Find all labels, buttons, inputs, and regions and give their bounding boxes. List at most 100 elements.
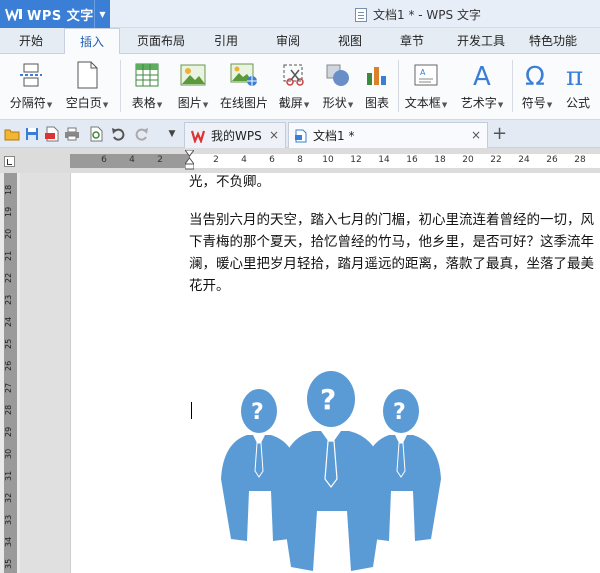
screenshot-button[interactable]: 截屏▼ <box>274 58 314 116</box>
shapes-icon <box>323 60 353 90</box>
customize-toolbar-chevron-down-icon[interactable]: ▼ <box>164 126 180 142</box>
ruler-tick: 4 <box>129 155 135 165</box>
ruler-tick: 10 <box>322 155 334 165</box>
tab-review[interactable]: 审阅 <box>268 28 308 54</box>
window-title: 文档1 * - WPS 文字 <box>355 6 481 23</box>
screenshot-label: 截屏 <box>278 96 303 110</box>
ruler-tick: 31 <box>4 470 13 482</box>
horizontal-ruler-row: 6 4 2 2 4 6 8 10 12 14 16 18 20 22 24 26… <box>0 148 600 173</box>
app-menu-chevron-down-icon[interactable]: ▼ <box>94 0 110 28</box>
new-tab-plus-icon[interactable]: + <box>492 123 507 144</box>
redo-icon[interactable] <box>134 126 150 142</box>
ribbon-divider <box>398 60 399 112</box>
formula-icon: π <box>563 60 593 90</box>
textbox-icon: A <box>411 60 441 90</box>
tab-references[interactable]: 引用 <box>206 28 246 54</box>
ruler-tick: 6 <box>269 155 275 165</box>
formula-label: 公式 <box>565 96 590 110</box>
ruler-tick: 20 <box>462 155 474 165</box>
ruler-tick: 18 <box>434 155 446 165</box>
ruler-tick: 4 <box>241 155 247 165</box>
symbol-label: 符号 <box>521 96 546 110</box>
doc-tab-label: 文档1 * <box>313 129 355 143</box>
textbox-button[interactable]: A 文本框▼ <box>400 58 452 116</box>
tab-insert[interactable]: 插入 <box>64 28 120 55</box>
tab-sections[interactable]: 章节 <box>392 28 432 54</box>
ribbon-insert: 分隔符▼ 空白页▼ 表格▼ 图片▼ 在线图片 截屏▼ 形状▼ 图表 A 文本框▼… <box>0 54 600 120</box>
document-line[interactable]: 花开。 <box>189 275 230 297</box>
tab-view[interactable]: 视图 <box>330 28 370 54</box>
tab-developer-tools[interactable]: 开发工具 <box>450 28 512 54</box>
ruler-tick: 22 <box>4 272 13 284</box>
chevron-down-icon: ▼ <box>303 101 310 109</box>
indent-marker[interactable] <box>184 149 195 170</box>
ruler-tick: 26 <box>546 155 558 165</box>
svg-text:?: ? <box>393 400 406 425</box>
inserted-people-question-icon[interactable]: ? ? ? <box>217 371 445 573</box>
doc-tab-document1[interactable]: 文档1 * × <box>288 122 488 148</box>
svg-text:Ω: Ω <box>525 62 545 89</box>
ruler-tick: 26 <box>4 360 13 372</box>
shapes-label: 形状 <box>322 96 347 110</box>
tab-home[interactable]: 开始 <box>8 28 54 54</box>
tab-special-features[interactable]: 特色功能 <box>522 28 584 54</box>
svg-text:A: A <box>420 68 426 77</box>
document-line[interactable]: 澜，暖心里把岁月轻拾，踏月遥远的距离，落款了最真，坐落了最美 <box>189 253 594 275</box>
text-cursor <box>191 402 192 419</box>
open-folder-icon[interactable] <box>4 126 20 142</box>
ruler-tick: 14 <box>378 155 390 165</box>
doc-tab-my-wps[interactable]: 我的WPS × <box>184 122 286 148</box>
ruler-tick: 32 <box>4 492 13 504</box>
formula-button[interactable]: π 公式 <box>560 58 596 116</box>
save-icon[interactable] <box>24 126 40 142</box>
document-page[interactable]: 光，不负卿。 当告别六月的天空，踏入七月的门楣，初心里流连着曾经的一切，风 下青… <box>70 173 600 573</box>
wps-logo-icon <box>190 129 207 144</box>
chart-button[interactable]: 图表 <box>360 58 394 116</box>
ruler-tick: 22 <box>490 155 502 165</box>
chevron-down-icon: ▼ <box>102 101 109 109</box>
horizontal-ruler[interactable]: 6 4 2 2 4 6 8 10 12 14 16 18 20 22 24 26… <box>70 154 600 168</box>
picture-icon <box>178 60 208 90</box>
export-pdf-icon[interactable] <box>44 126 60 142</box>
symbol-icon: Ω <box>522 60 552 90</box>
online-picture-button[interactable]: 在线图片 <box>216 58 272 116</box>
undo-icon[interactable] <box>110 126 126 142</box>
document-line[interactable]: 光，不负卿。 <box>189 173 270 193</box>
ruler-tick: 18 <box>4 184 13 196</box>
ruler-tick: 16 <box>406 155 418 165</box>
chevron-down-icon: ▼ <box>347 101 354 109</box>
chevron-down-icon: ▼ <box>156 101 163 109</box>
table-button[interactable]: 表格▼ <box>126 58 168 116</box>
document-line[interactable]: 下青梅的那个夏天，拾忆曾经的竹马，他乡里，是否可好？这季流年 <box>189 231 594 253</box>
close-icon[interactable]: × <box>269 128 279 142</box>
shapes-button[interactable]: 形状▼ <box>318 58 358 116</box>
print-preview-icon[interactable] <box>88 126 104 142</box>
app-menu-button[interactable]: WPS 文字 ▼ <box>0 0 110 28</box>
picture-label: 图片 <box>177 96 202 110</box>
tab-page-layout[interactable]: 页面布局 <box>130 28 192 54</box>
ruler-tick: 2 <box>157 155 163 165</box>
online-picture-icon <box>229 60 259 90</box>
symbol-button[interactable]: Ω 符号▼ <box>516 58 558 116</box>
title-bar: WPS 文字 ▼ 文档1 * - WPS 文字 <box>0 0 600 28</box>
chevron-down-icon: ▼ <box>441 101 448 109</box>
ruler-tick: 23 <box>4 294 13 306</box>
tab-stop-selector[interactable] <box>4 156 15 167</box>
ruler-tick: 20 <box>4 228 13 240</box>
wordart-button[interactable]: A 艺术字▼ <box>456 58 508 116</box>
svg-text:A: A <box>473 62 491 89</box>
blank-page-label: 空白页 <box>65 96 102 110</box>
vertical-ruler[interactable]: 18 19 20 21 22 23 24 25 26 27 28 29 30 3… <box>4 173 17 573</box>
ruler-tick: 24 <box>4 316 13 328</box>
close-icon[interactable]: × <box>471 128 481 142</box>
page-break-button[interactable]: 分隔符▼ <box>6 58 56 116</box>
wps-logo-icon <box>5 7 23 21</box>
document-line[interactable]: 当告别六月的天空，踏入七月的门楣，初心里流连着曾经的一切，风 <box>189 209 594 231</box>
ribbon-divider <box>512 60 513 112</box>
print-icon[interactable] <box>64 126 80 142</box>
ruler-tick: 28 <box>4 404 13 416</box>
chart-icon <box>362 60 392 90</box>
ruler-tick: 35 <box>4 558 13 570</box>
picture-button[interactable]: 图片▼ <box>172 58 214 116</box>
blank-page-button[interactable]: 空白页▼ <box>62 58 112 116</box>
